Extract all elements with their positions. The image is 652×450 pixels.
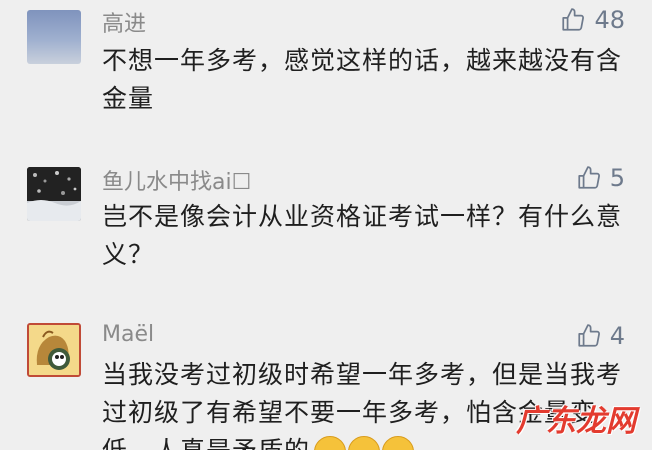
comment-author[interactable]: Maël bbox=[102, 322, 154, 347]
thumbs-up-icon bbox=[562, 8, 585, 31]
comment-list: 高进 48 不想一年多考，感觉这样的话，越来越没有含金量 鱼儿水中找ai☐ 5 … bbox=[0, 0, 652, 450]
emoji-group bbox=[312, 436, 415, 450]
like-button[interactable]: 48 bbox=[560, 6, 625, 34]
like-button[interactable]: 5 bbox=[576, 164, 625, 192]
comment-text: 不想一年多考，感觉这样的话，越来越没有含金量 bbox=[102, 46, 623, 113]
comment-author[interactable]: 高进 bbox=[102, 6, 146, 38]
avatar[interactable] bbox=[27, 323, 81, 377]
comment-text: 岂不是像会计从业资格证考试一样？有什么意义？ bbox=[102, 202, 623, 269]
like-count: 4 bbox=[609, 322, 625, 350]
laughing-crying-emoji-icon bbox=[348, 436, 381, 450]
cartoon-character-icon bbox=[29, 325, 79, 375]
avatar[interactable] bbox=[27, 10, 81, 64]
avatar[interactable] bbox=[27, 167, 81, 221]
thumbs-up-icon bbox=[578, 324, 600, 347]
laughing-crying-emoji-icon bbox=[382, 436, 415, 450]
like-button[interactable]: 4 bbox=[576, 322, 625, 350]
laughing-crying-emoji-icon bbox=[314, 436, 347, 450]
watermark-logo: 广东龙网 bbox=[516, 404, 636, 439]
thumbs-up-icon bbox=[578, 166, 600, 189]
snow-scene-icon bbox=[27, 167, 81, 221]
like-count: 48 bbox=[594, 6, 625, 34]
comment-author[interactable]: 鱼儿水中找ai☐ bbox=[102, 164, 251, 196]
like-count: 5 bbox=[609, 164, 625, 192]
